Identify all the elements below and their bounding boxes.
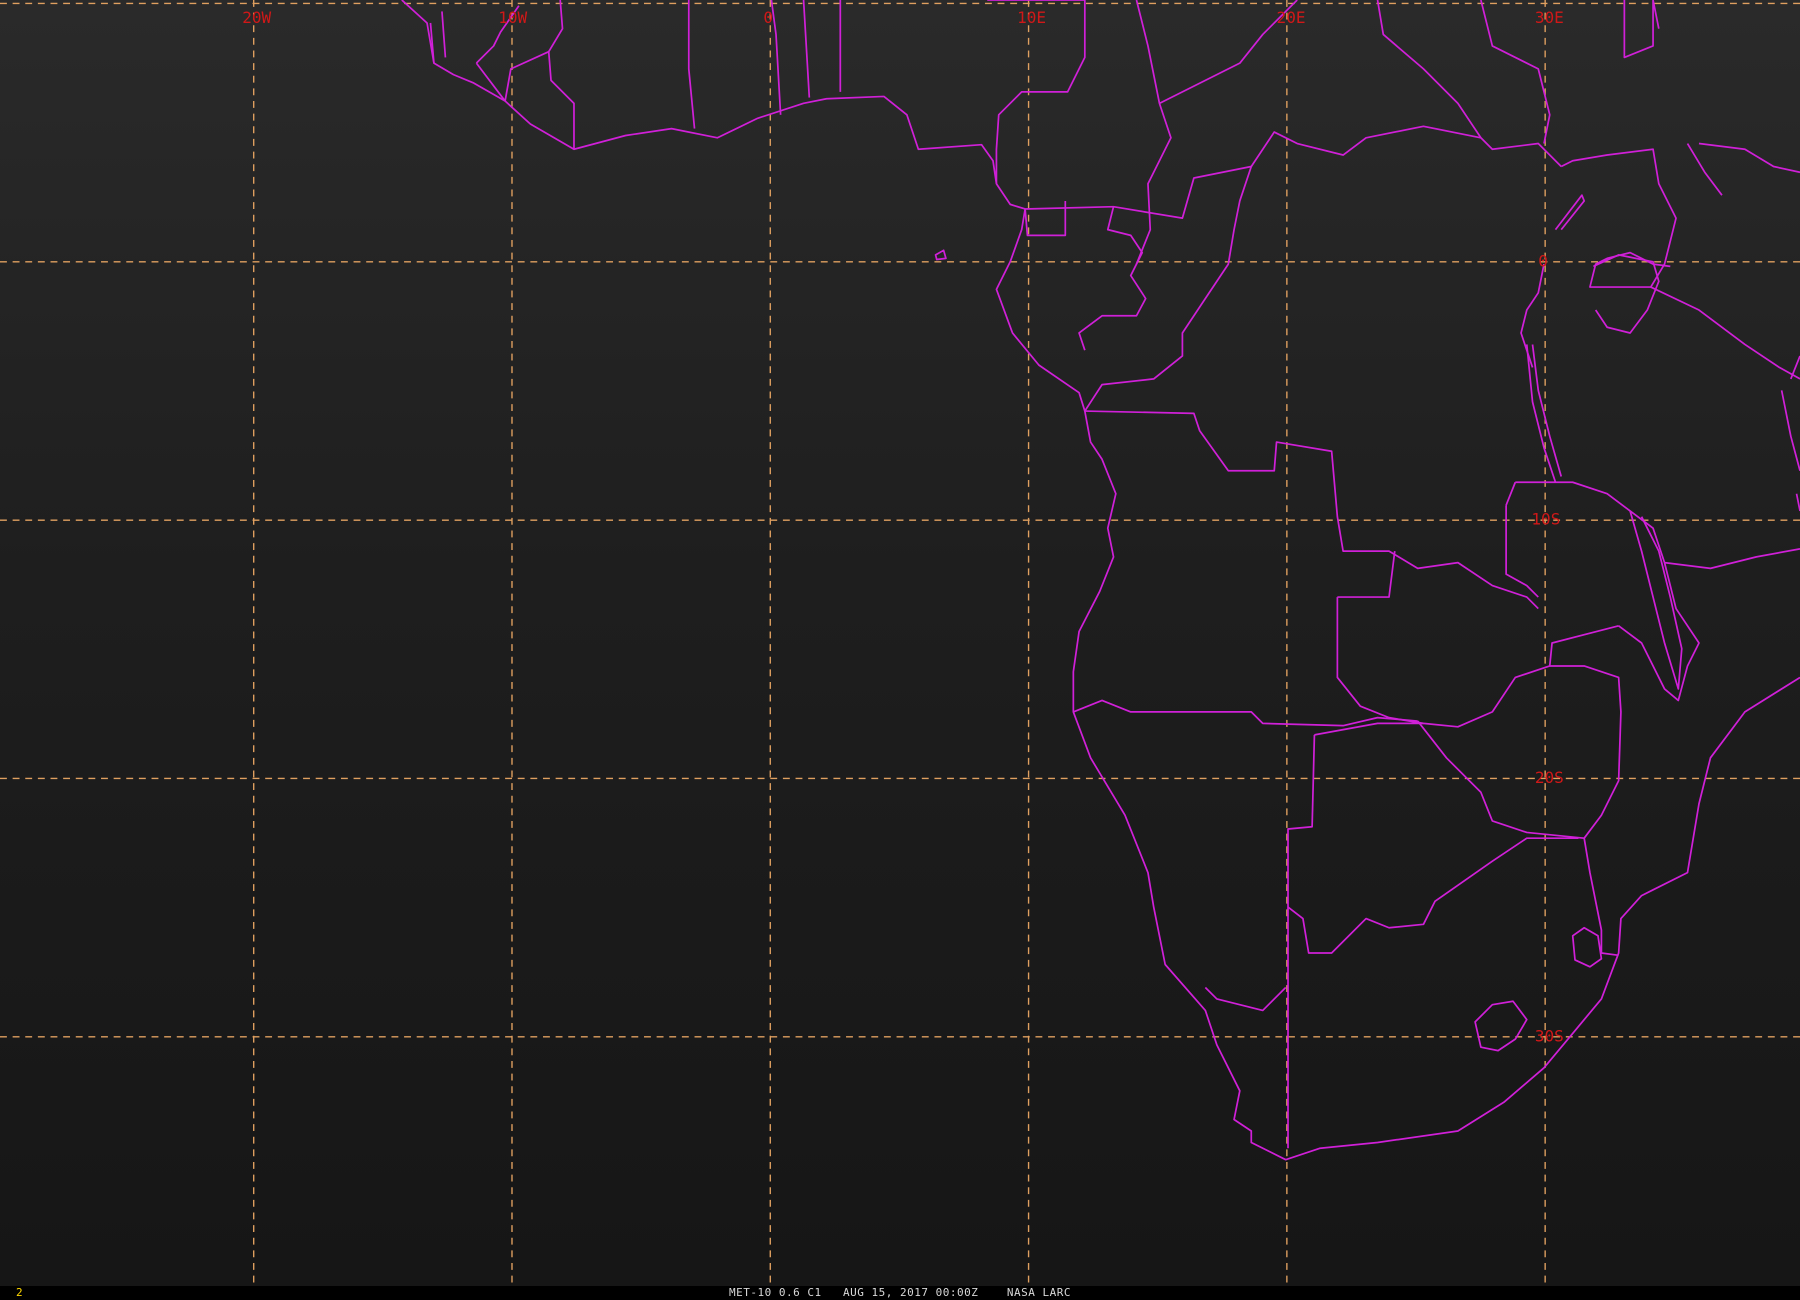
lat-label-0: 0 xyxy=(1538,251,1548,270)
lon-label-20w: 20W xyxy=(242,8,271,27)
satellite-map: 20W 10W 0 10E 20E 30E 0 10S 20S 30S xyxy=(0,0,1800,1286)
lat-label-30s: 30S xyxy=(1535,1026,1564,1045)
lon-label-0: 0 xyxy=(763,8,773,27)
border-lake-victoria xyxy=(1593,254,1660,334)
border-drc-angola xyxy=(1084,410,1539,610)
border-botswana-zimbabwe xyxy=(1417,665,1622,840)
lat-label-20s: 20S xyxy=(1535,768,1564,787)
channel-label: 0.6 C1 xyxy=(778,1286,822,1299)
border-botswana-sa xyxy=(1287,837,1579,954)
border-mozambique-channel xyxy=(1780,355,1800,512)
graticule xyxy=(0,0,1800,1286)
lon-label-10e: 10E xyxy=(1017,8,1046,27)
source-label: NASA LARC xyxy=(1006,1286,1071,1299)
border-namibia-botswana xyxy=(1204,734,1316,1149)
graticule-labels: 20W 10W 0 10E 20E 30E 0 10S 20S 30S xyxy=(242,8,1564,1045)
island-bioko xyxy=(934,249,947,261)
lon-label-30e: 30E xyxy=(1535,8,1564,27)
border-angola-zambia xyxy=(1336,551,1619,728)
map-canvas: 20W 10W 0 10E 20E 30E 0 10S 20S 30S xyxy=(0,0,1800,1286)
country-borders xyxy=(401,0,1800,1161)
datetime-label: AUG 15, 2017 00:00Z xyxy=(843,1286,979,1299)
border-east-africa xyxy=(1560,148,1677,288)
border-ethiopia xyxy=(1623,0,1800,196)
border-central-north xyxy=(987,0,1298,265)
border-zambia-drc xyxy=(1505,481,1539,598)
border-sudan xyxy=(1376,0,1551,144)
satellite-name: MET-10 xyxy=(729,1286,772,1299)
image-caption: MET-10 0.6 C1 AUG 15, 2017 00:00Z NASA L… xyxy=(0,1286,1800,1300)
lat-label-10s: 10S xyxy=(1531,510,1560,529)
lon-label-10w: 10W xyxy=(498,8,527,27)
border-drc-east xyxy=(1250,125,1562,168)
border-namibia-north xyxy=(1073,699,1424,736)
border-west-africa-1 xyxy=(429,5,575,150)
border-west-africa-2 xyxy=(547,0,842,129)
border-gabon-inner xyxy=(1024,200,1147,351)
status-bar: 2 MET-10 0.6 C1 AUG 15, 2017 00:00Z NASA… xyxy=(0,1286,1800,1300)
border-kenya-tanzania xyxy=(1520,194,1800,380)
border-gabon xyxy=(1025,165,1253,412)
west-africa-coast xyxy=(401,0,1800,1161)
border-eswatini xyxy=(1571,926,1603,968)
lon-label-20e: 20E xyxy=(1277,8,1306,27)
border-lesotho xyxy=(1474,1000,1528,1052)
